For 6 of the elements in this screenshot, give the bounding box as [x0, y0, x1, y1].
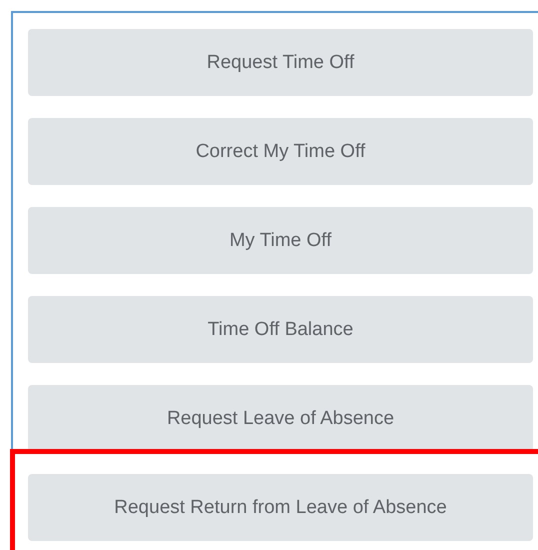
menu-button[interactable]: Request Time Off [28, 29, 533, 96]
menu-button[interactable]: My Time Off [28, 207, 533, 274]
menu-button[interactable]: Request Leave of Absence [28, 385, 533, 452]
menu-button[interactable]: Time Off Balance [28, 296, 533, 363]
menu-button[interactable]: Correct My Time Off [28, 118, 533, 185]
menu-button[interactable]: Request Return from Leave of Absence [28, 474, 533, 541]
